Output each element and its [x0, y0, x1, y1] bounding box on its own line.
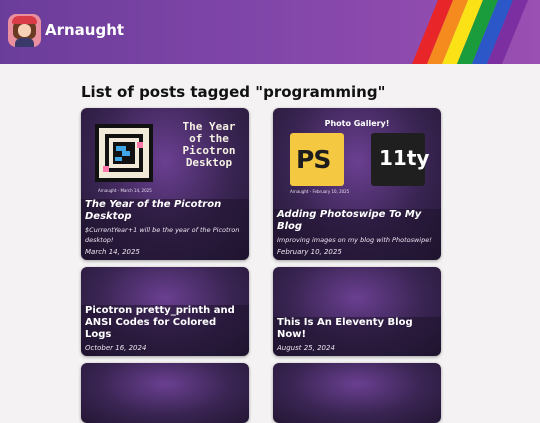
- post-card[interactable]: Photo Gallery! PS 11ty Arnaught - Februa…: [273, 108, 441, 260]
- post-card[interactable]: [81, 363, 249, 423]
- post-caption: Adding Photoswipe To My Blog Improving i…: [273, 209, 441, 260]
- post-thumbnail: Photo Gallery! PS 11ty Arnaught - Februa…: [273, 108, 441, 196]
- post-caption: The Year of the Picotron Desktop $Curren…: [81, 199, 249, 260]
- post-date: March 14, 2025: [85, 248, 140, 256]
- post-description: Improving images on my blog with Photosw…: [277, 236, 432, 244]
- post-title[interactable]: This Is An Eleventy Blog Now!: [277, 317, 437, 341]
- post-card[interactable]: This Is An Eleventy Blog Now! August 25,…: [273, 267, 441, 356]
- post-thumbnail: The Year of the Picotron Desktop Arnaugh…: [81, 108, 249, 196]
- post-card[interactable]: Picotron pretty_printh and ANSI Codes fo…: [81, 267, 249, 356]
- post-date: October 16, 2024: [85, 344, 147, 352]
- thumbnail-text: The Year of the Picotron Desktop: [182, 120, 236, 169]
- thumbnail-text: Photo Gallery!: [324, 119, 390, 128]
- thumbnail-credit: Arnaught - March 14, 2025: [98, 188, 152, 193]
- post-title[interactable]: The Year of the Picotron Desktop: [85, 199, 245, 223]
- photoshop-logo-icon: PS: [290, 133, 344, 186]
- post-date: February 10, 2025: [277, 248, 342, 256]
- site-header: Arnaught: [0, 0, 540, 64]
- post-caption: Picotron pretty_printh and ANSI Codes fo…: [81, 305, 249, 356]
- picotron-logo-icon: [95, 124, 153, 182]
- post-title[interactable]: Picotron pretty_printh and ANSI Codes fo…: [85, 305, 245, 341]
- post-description: $CurrentYear+1 will be the year of the P…: [85, 226, 240, 244]
- post-caption: This Is An Eleventy Blog Now! August 25,…: [273, 317, 441, 356]
- post-card[interactable]: The Year of the Picotron Desktop Arnaugh…: [81, 108, 249, 260]
- rainbow-stripes: [412, 0, 528, 64]
- post-title[interactable]: Adding Photoswipe To My Blog: [277, 209, 437, 233]
- post-date: August 25, 2024: [277, 344, 335, 352]
- thumbnail-credit: Arnaught - February 10, 2025: [290, 189, 350, 194]
- eleventy-logo-icon: 11ty: [371, 133, 429, 186]
- page-heading: List of posts tagged "programming": [81, 83, 386, 101]
- post-card[interactable]: [273, 363, 441, 423]
